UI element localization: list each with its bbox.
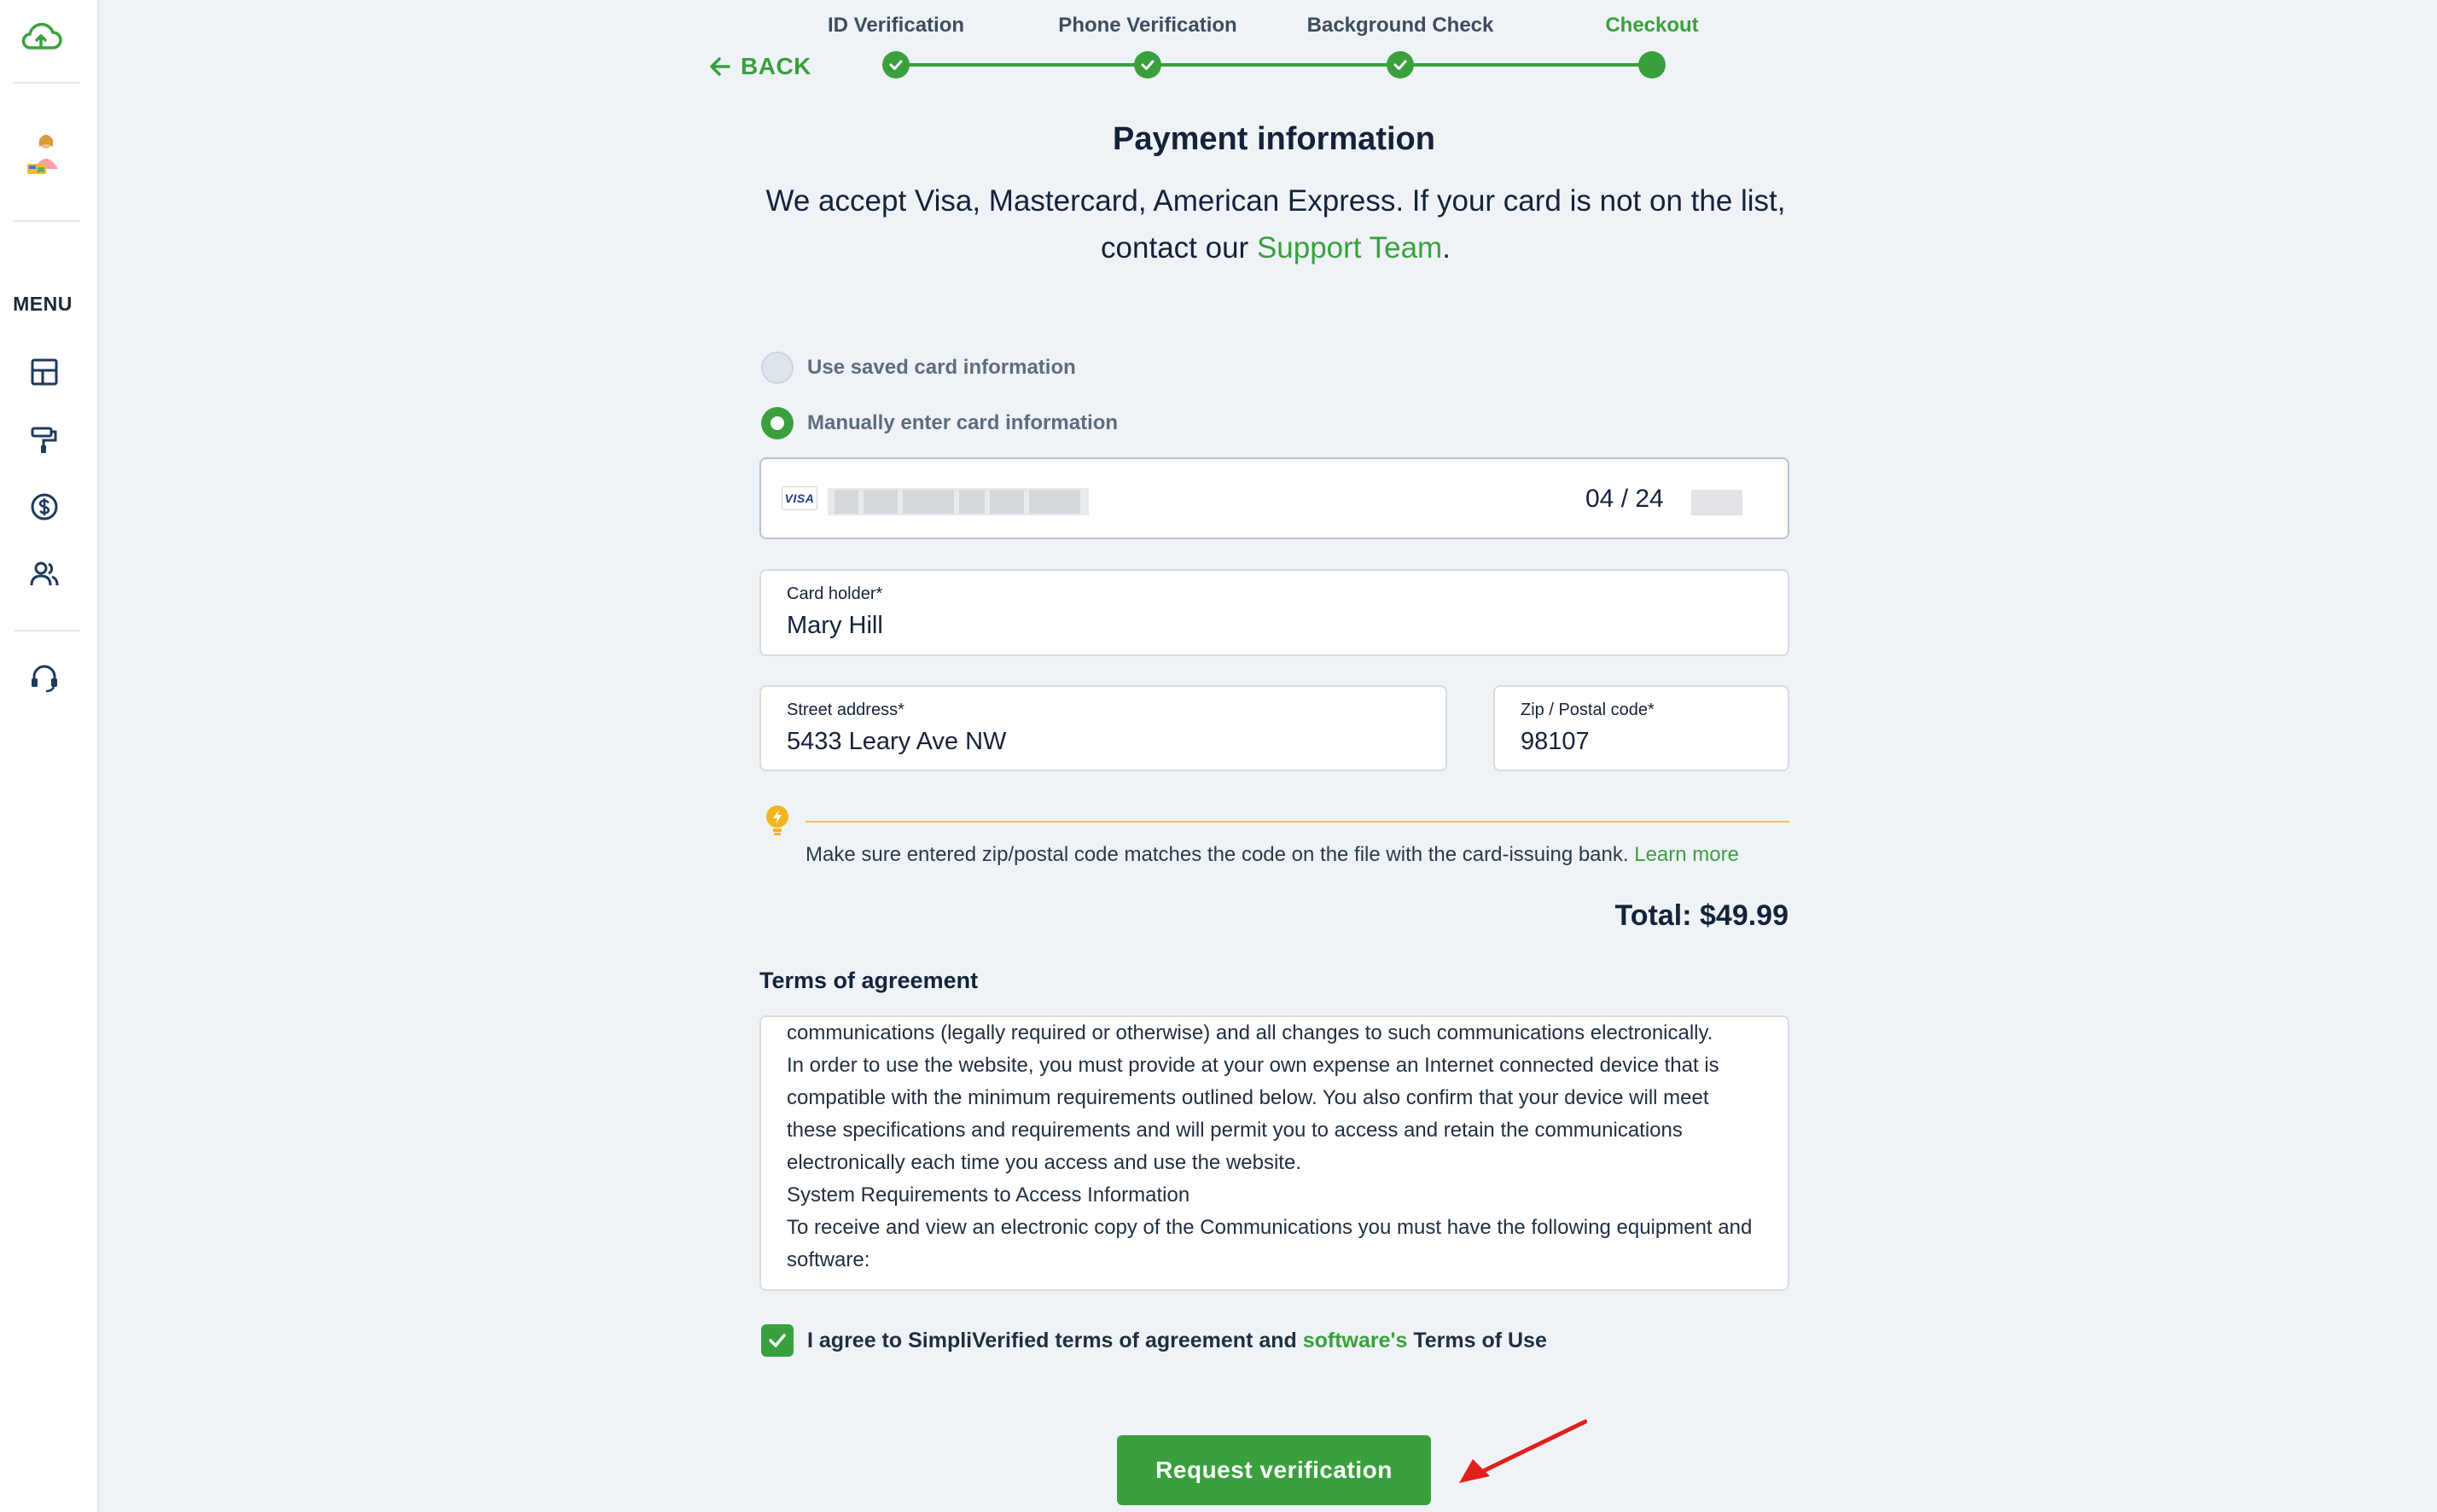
agree-text: I agree to SimpliVerified terms of agree… xyxy=(807,1328,1303,1352)
dashboard-icon[interactable] xyxy=(27,355,61,389)
support-team-link[interactable]: Support Team xyxy=(1257,231,1442,265)
terms-paragraph: In order to use the website, you must pr… xyxy=(787,1054,1719,1174)
check-icon xyxy=(769,1334,786,1347)
step-done-dot xyxy=(1134,51,1161,79)
learn-more-link[interactable]: Learn more xyxy=(1634,843,1739,866)
page-subtitle: We accept Visa, Mastercard, American Exp… xyxy=(751,177,1800,271)
tip-divider xyxy=(806,821,1789,823)
terms-content: communications (legally required or othe… xyxy=(787,1017,1762,1276)
use-saved-card-option[interactable]: Use saved card information xyxy=(761,352,1076,384)
manual-card-option[interactable]: Manually enter card information xyxy=(761,407,1118,439)
page-title: Payment information xyxy=(1113,121,1435,157)
sidebar: MENU xyxy=(0,0,99,1512)
divider xyxy=(14,630,80,631)
back-button[interactable]: BACK xyxy=(708,49,811,84)
users-icon[interactable] xyxy=(27,556,61,590)
zip-code-label: Zip / Postal code* xyxy=(1521,701,1655,719)
check-icon xyxy=(889,60,903,70)
cloud-upload-icon[interactable] xyxy=(19,20,63,55)
agree-label: I agree to SimpliVerified terms of agree… xyxy=(807,1329,1547,1353)
divider xyxy=(14,82,80,84)
dollar-icon[interactable] xyxy=(27,490,61,524)
stepper-progress-line xyxy=(896,63,1652,67)
lightbulb-icon xyxy=(763,804,792,838)
arrow-left-icon xyxy=(710,57,730,76)
radio-label: Manually enter card information xyxy=(807,411,1119,434)
annotation-arrow-icon xyxy=(1459,1419,1587,1483)
card-holder-field[interactable]: Card holder* Mary Hill xyxy=(759,569,1789,656)
terms-paragraph: To receive and view an electronic copy o… xyxy=(787,1216,1753,1271)
back-label: BACK xyxy=(741,53,811,79)
agree-end: Terms of Use xyxy=(1407,1328,1547,1352)
street-address-field[interactable]: Street address* 5433 Leary Ave NW xyxy=(759,685,1447,771)
menu-label: MENU xyxy=(13,293,73,315)
zip-tip-text: Make sure entered zip/postal code matche… xyxy=(806,843,1629,866)
subtitle-end: . xyxy=(1442,231,1451,265)
agree-terms-row: I agree to SimpliVerified terms of agree… xyxy=(761,1324,1547,1357)
terms-title: Terms of agreement xyxy=(759,968,979,993)
terms-paragraph: System Requirements to Access Informatio… xyxy=(787,1183,1190,1207)
request-verification-button[interactable]: Request verification xyxy=(1117,1435,1431,1505)
zip-code-field[interactable]: Zip / Postal code* 98107 xyxy=(1493,685,1789,771)
card-number-masked xyxy=(828,488,1089,515)
visa-icon: VISA xyxy=(782,486,817,510)
zip-tip: Make sure entered zip/postal code matche… xyxy=(806,843,1739,867)
step-label-checkout: Checkout xyxy=(1605,14,1699,37)
street-address-value[interactable]: 5433 Leary Ave NW xyxy=(787,728,1335,756)
step-label-phone-verification: Phone Verification xyxy=(1058,14,1237,37)
headset-icon[interactable] xyxy=(27,660,61,695)
card-holder-label: Card holder* xyxy=(787,584,883,603)
paint-roller-icon[interactable] xyxy=(27,423,61,457)
agree-checkbox[interactable] xyxy=(761,1324,794,1357)
subtitle-line-2: contact our xyxy=(1101,231,1257,265)
radio-label: Use saved card information xyxy=(807,356,1076,379)
radio-button-selected[interactable] xyxy=(761,407,794,439)
card-holder-value[interactable]: Mary Hill xyxy=(787,612,1608,640)
card-input[interactable]: VISA 04 / 24 xyxy=(759,457,1789,539)
terms-scroll-box[interactable]: communications (legally required or othe… xyxy=(759,1015,1789,1291)
check-icon xyxy=(1141,60,1155,70)
terms-paragraph: communications (legally required or othe… xyxy=(787,1021,1713,1044)
card-expiry: 04 / 24 xyxy=(1585,485,1664,513)
street-address-label: Street address* xyxy=(787,701,904,719)
step-done-dot xyxy=(882,51,910,79)
subtitle-line-1: We accept Visa, Mastercard, American Exp… xyxy=(765,184,1786,218)
total-amount: Total: $49.99 xyxy=(1614,899,1788,932)
software-terms-link[interactable]: software's xyxy=(1303,1329,1408,1352)
card-cvc-masked xyxy=(1691,490,1742,515)
step-label-id-verification: ID Verification xyxy=(827,14,965,37)
step-active-dot xyxy=(1638,51,1666,79)
zip-code-value[interactable]: 98107 xyxy=(1521,728,1754,756)
step-done-dot xyxy=(1387,51,1414,79)
check-icon xyxy=(1393,60,1407,70)
radio-button[interactable] xyxy=(761,352,794,384)
step-label-background-check: Background Check xyxy=(1306,14,1494,37)
divider xyxy=(14,220,80,222)
